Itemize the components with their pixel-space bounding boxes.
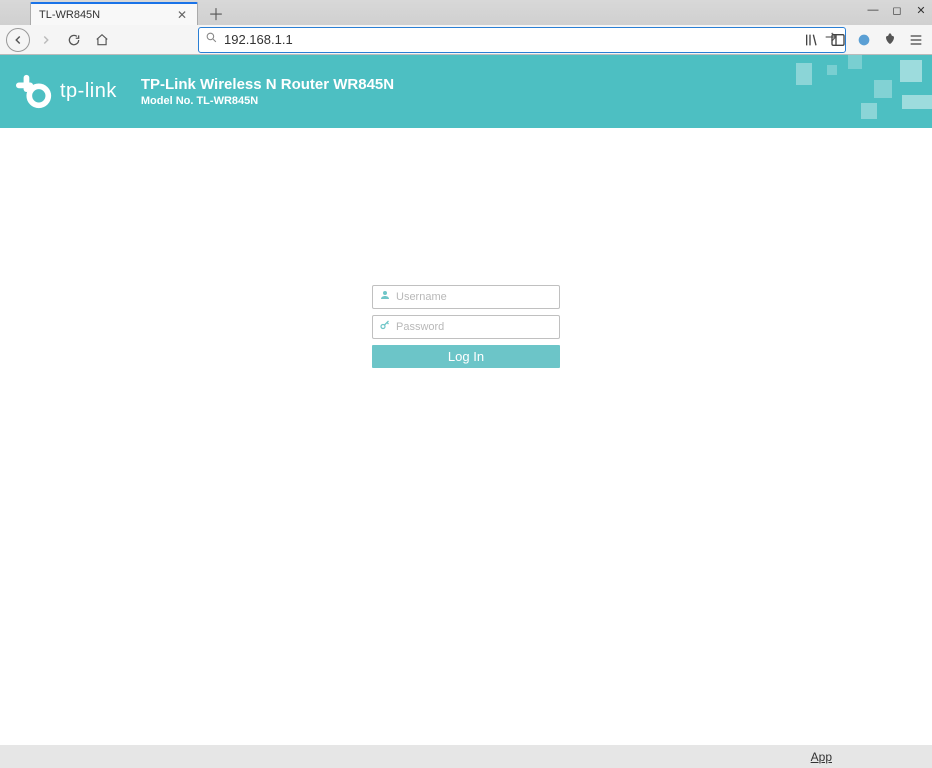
model-number: Model No. TL-WR845N — [141, 95, 394, 107]
close-window-button[interactable]: ✕ — [914, 3, 928, 17]
brand-text: tp-link — [60, 80, 117, 103]
new-tab-button[interactable]: ＋ — [204, 3, 228, 23]
bottom-bar: App — [0, 745, 932, 768]
url-input[interactable] — [224, 32, 823, 47]
username-input[interactable] — [396, 291, 553, 303]
password-field-wrap[interactable] — [372, 315, 560, 339]
key-icon — [379, 318, 391, 336]
forward-button[interactable] — [34, 28, 58, 52]
maximize-button[interactable]: ◻ — [890, 3, 904, 17]
search-icon — [205, 31, 218, 49]
sidebar-icon[interactable] — [828, 30, 848, 50]
tab[interactable]: TL-WR845N ✕ — [30, 2, 198, 25]
product-title: TP-Link Wireless N Router WR845N — [141, 76, 394, 93]
extension-icon[interactable] — [880, 30, 900, 50]
minimize-button[interactable]: — — [866, 3, 880, 17]
password-input[interactable] — [396, 321, 553, 333]
tab-strip: TL-WR845N ✕ ＋ — ◻ ✕ — [0, 0, 932, 25]
tab-close-icon[interactable]: ✕ — [175, 8, 189, 22]
page-content: tp-link TP-Link Wireless N Router WR845N… — [0, 55, 932, 745]
login-button[interactable]: Log In — [372, 345, 560, 368]
back-button[interactable] — [6, 28, 30, 52]
login-form: Log In — [372, 285, 560, 368]
window-controls: — ◻ ✕ — [866, 3, 928, 17]
library-icon[interactable] — [802, 30, 822, 50]
header-band: tp-link TP-Link Wireless N Router WR845N… — [0, 55, 932, 128]
nav-toolbar — [0, 25, 932, 55]
tab-title: TL-WR845N — [39, 9, 175, 21]
shield-icon[interactable] — [854, 30, 874, 50]
toolbar-right — [802, 30, 926, 50]
user-icon — [379, 288, 391, 306]
brand-logo: tp-link — [16, 73, 117, 111]
menu-icon[interactable] — [906, 30, 926, 50]
address-bar[interactable] — [198, 27, 846, 53]
header-titles: TP-Link Wireless N Router WR845N Model N… — [141, 76, 394, 107]
home-button[interactable] — [90, 28, 114, 52]
reload-button[interactable] — [62, 28, 86, 52]
browser-chrome: TL-WR845N ✕ ＋ — ◻ ✕ — [0, 0, 932, 55]
app-link[interactable]: App — [811, 750, 832, 764]
header-decoration — [772, 55, 932, 128]
username-field-wrap[interactable] — [372, 285, 560, 309]
